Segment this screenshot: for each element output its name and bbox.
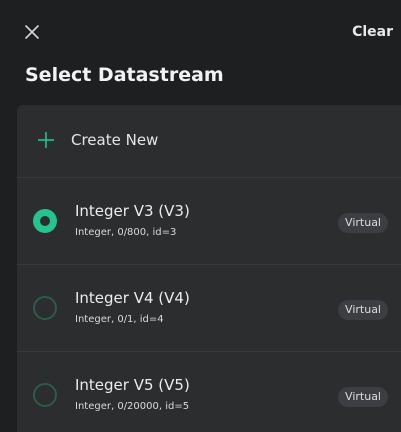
datastream-type-badge: Virtual <box>338 387 388 407</box>
datastream-item-v3[interactable]: Integer V3 (V3) Integer, 0/800, id=3 Vir… <box>17 178 401 265</box>
datastream-list: Create New Integer V3 (V3) Integer, 0/80… <box>17 105 401 432</box>
datastream-name: Integer V3 (V3) <box>75 202 190 220</box>
datastream-details: Integer, 0/20000, id=5 <box>75 401 190 412</box>
datastream-name: Integer V5 (V5) <box>75 376 190 394</box>
datastream-item-v4[interactable]: Integer V4 (V4) Integer, 0/1, id=4 Virtu… <box>17 265 401 352</box>
datastream-type-badge: Virtual <box>338 300 388 320</box>
header-bar: Clear <box>0 0 401 56</box>
radio-selected[interactable] <box>33 209 57 233</box>
close-icon <box>25 25 39 39</box>
plus-icon <box>38 132 54 148</box>
datastream-name: Integer V4 (V4) <box>75 289 190 307</box>
radio-unselected[interactable] <box>33 383 57 407</box>
page-title: Select Datastream <box>25 64 224 86</box>
datastream-details: Integer, 0/800, id=3 <box>75 227 177 238</box>
create-new-label: Create New <box>71 131 159 149</box>
clear-button[interactable]: Clear <box>352 24 393 40</box>
radio-unselected[interactable] <box>33 296 57 320</box>
close-button[interactable] <box>20 20 44 44</box>
create-new-button[interactable]: Create New <box>17 105 401 178</box>
datastream-type-badge: Virtual <box>338 213 388 233</box>
datastream-details: Integer, 0/1, id=4 <box>75 314 164 325</box>
datastream-item-v5[interactable]: Integer V5 (V5) Integer, 0/20000, id=5 V… <box>17 352 401 432</box>
datastream-picker-screen: Clear Select Datastream Create New Integ… <box>0 0 401 432</box>
